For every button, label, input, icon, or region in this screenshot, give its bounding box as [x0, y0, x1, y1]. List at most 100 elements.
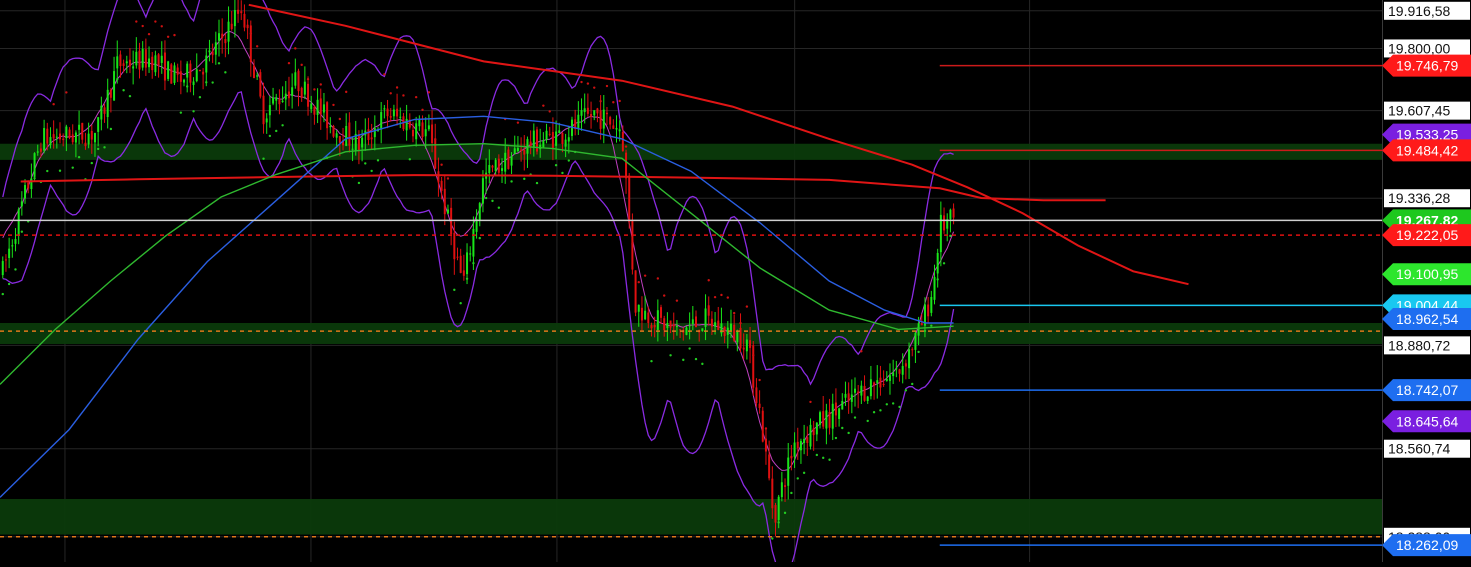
- candle-body: [729, 323, 732, 331]
- sar-dot: [491, 199, 494, 203]
- sar-dot: [510, 180, 513, 183]
- candle-body: [303, 81, 306, 95]
- sar-dot: [885, 403, 889, 406]
- candle-body: [838, 408, 841, 419]
- candle-body: [628, 175, 631, 222]
- candle-body: [205, 55, 208, 73]
- sar-dot: [879, 409, 882, 412]
- candle-body: [291, 87, 294, 96]
- sar-dot: [281, 124, 284, 127]
- sar-dot: [898, 405, 901, 409]
- candle-body: [548, 133, 551, 135]
- candle-body: [774, 505, 777, 523]
- sar-dot: [421, 108, 424, 112]
- support-zone-0: [0, 143, 1382, 160]
- candle-body: [494, 159, 497, 171]
- sar-dot: [135, 20, 138, 23]
- sar-dot: [357, 181, 361, 185]
- candle-body: [278, 99, 281, 105]
- candle-body: [799, 440, 802, 451]
- candle-body: [666, 323, 669, 329]
- candle-body: [218, 33, 221, 41]
- sar-dot: [707, 279, 710, 282]
- sar-dot: [446, 177, 450, 180]
- sar-dot: [7, 282, 11, 286]
- sar-dot: [847, 431, 850, 435]
- candle-body: [892, 372, 895, 377]
- candle-body: [536, 129, 539, 152]
- candle-body: [240, 11, 243, 14]
- candle-body: [167, 61, 170, 79]
- axis-label-text: 18.880,72: [1388, 337, 1450, 353]
- price-tag-text: 18.645,64: [1396, 413, 1458, 429]
- candle-body: [472, 228, 475, 257]
- sar-dot: [701, 362, 704, 366]
- candle-body: [163, 52, 166, 81]
- candle-body: [758, 403, 761, 408]
- candle-body: [933, 276, 936, 300]
- candle-body: [834, 402, 837, 416]
- candle-body: [49, 137, 52, 145]
- sar-dot: [688, 347, 691, 350]
- price-chart[interactable]: 19.916,5819.800,0019.746,7919.607,4519.5…: [0, 0, 1471, 567]
- sar-dot: [497, 206, 501, 209]
- sar-dot: [713, 295, 717, 299]
- candle-body: [148, 58, 151, 68]
- sar-dot: [198, 96, 202, 99]
- candle-body: [847, 393, 850, 401]
- candle-body: [478, 203, 481, 221]
- candle-body: [714, 322, 717, 327]
- sar-dot: [33, 177, 36, 180]
- candle-body: [504, 152, 507, 172]
- sar-dot: [465, 277, 469, 281]
- sar-dot: [408, 158, 412, 161]
- sar-dot: [71, 166, 74, 169]
- sar-dot: [586, 82, 590, 85]
- candle-body: [259, 72, 262, 97]
- candle-body: [446, 209, 449, 214]
- candle-body: [462, 270, 465, 276]
- sar-dot: [122, 89, 125, 92]
- sar-dot: [802, 471, 806, 475]
- sar-dot: [834, 436, 838, 440]
- candle-body: [87, 133, 90, 145]
- sar-dot: [434, 138, 437, 141]
- sar-dot: [478, 236, 481, 240]
- candle-body: [650, 325, 653, 329]
- candle-body: [338, 135, 341, 143]
- candle-body: [84, 142, 87, 147]
- candle-body: [71, 134, 74, 143]
- support-zone-1: [0, 322, 1382, 344]
- candle-body: [389, 116, 392, 118]
- sar-dot: [217, 62, 221, 65]
- sar-dot: [20, 230, 24, 233]
- candle-body: [609, 117, 612, 125]
- candle-body: [36, 151, 39, 153]
- candle-body: [749, 340, 752, 348]
- candle-body: [888, 375, 891, 381]
- candle-body: [211, 51, 214, 56]
- candle-body: [4, 259, 7, 261]
- sar-dot: [128, 94, 132, 98]
- sar-dot: [319, 83, 322, 86]
- candle-body: [755, 387, 758, 403]
- candle-body: [898, 369, 901, 374]
- candle-body: [930, 296, 933, 313]
- candle-body: [329, 125, 332, 128]
- candle-body: [122, 63, 125, 66]
- candle-body: [33, 153, 36, 177]
- candle-body: [590, 113, 593, 117]
- sar-dot: [52, 103, 55, 106]
- sar-dot: [612, 101, 615, 104]
- candle-body: [300, 87, 303, 98]
- candle-body: [202, 71, 205, 75]
- candle-body: [287, 91, 290, 99]
- candle-body: [539, 144, 542, 150]
- candle-body: [809, 424, 812, 447]
- candle-body: [491, 165, 494, 168]
- price-tag-text: 19.484,42: [1396, 142, 1458, 158]
- candle-body: [281, 100, 284, 102]
- candle-body: [160, 55, 163, 63]
- sar-dot: [166, 35, 170, 38]
- candle-body: [319, 98, 322, 115]
